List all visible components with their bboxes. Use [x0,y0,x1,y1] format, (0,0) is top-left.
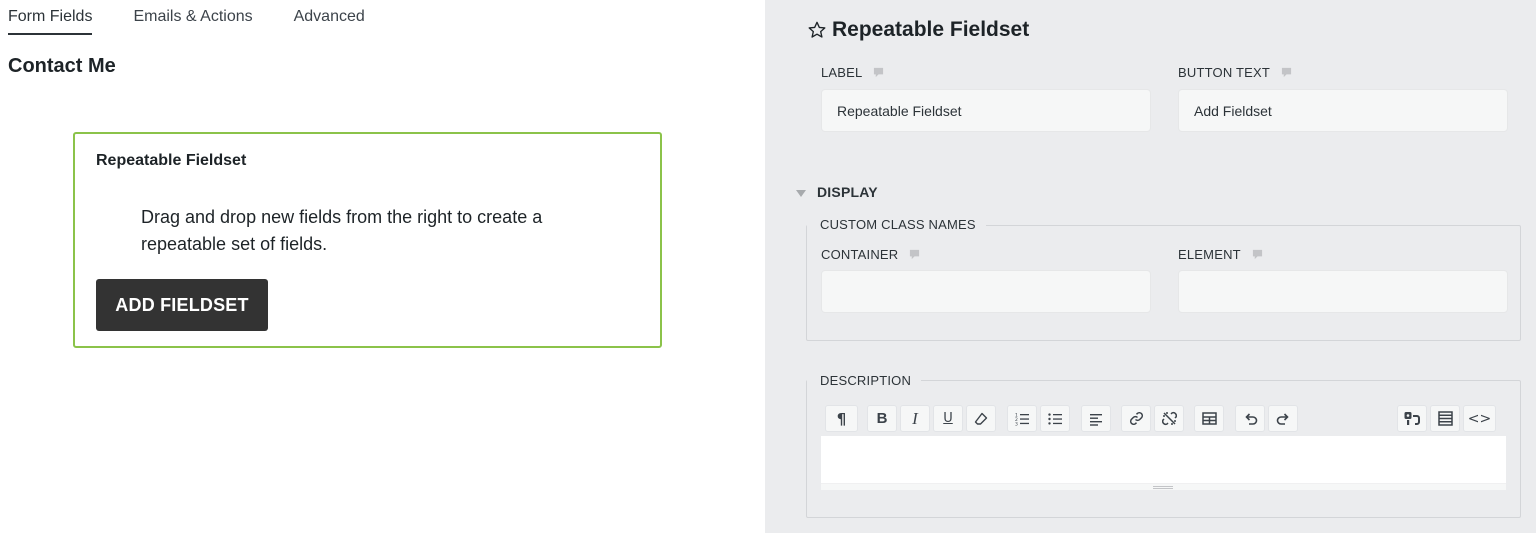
resize-handle-icon[interactable] [1153,486,1173,489]
panel-title: Repeatable Fieldset [832,18,1030,41]
form-builder-pane: Form Fields Emails & Actions Advanced Co… [0,0,765,533]
button-text-setting-text: BUTTON TEXT [1178,65,1271,80]
label-setting-text: LABEL [821,65,863,80]
container-setting-text: CONTAINER [821,247,899,262]
underline-icon[interactable]: U [933,405,963,432]
repeatable-fieldset-field[interactable]: Repeatable Fieldset Drag and drop new fi… [73,132,662,348]
description-editor[interactable] [821,436,1506,490]
element-setting-label: ELEMENT [1178,247,1263,262]
merge-tags-icon[interactable] [1397,405,1427,432]
table-icon[interactable] [1194,405,1224,432]
star-outline-icon[interactable] [807,20,827,40]
bullet-list-icon[interactable] [1040,405,1070,432]
eraser-icon[interactable] [966,405,996,432]
link-icon[interactable] [1121,405,1151,432]
form-layout-icon[interactable] [1430,405,1460,432]
tab-emails-actions[interactable]: Emails & Actions [133,6,252,35]
fieldset-description: Drag and drop new fields from the right … [141,207,543,254]
editor-statusbar [821,483,1506,490]
paragraph-icon[interactable]: ¶ [825,405,858,432]
align-left-icon[interactable] [1081,405,1111,432]
bold-icon[interactable]: B [867,405,897,432]
code-view-icon[interactable]: <> [1463,405,1496,432]
custom-class-names-legend: CUSTOM CLASS NAMES [807,217,986,232]
tab-form-fields[interactable]: Form Fields [8,6,93,35]
button-text-input[interactable]: Add Fieldset [1178,89,1508,132]
redo-icon[interactable] [1268,405,1298,432]
unlink-icon[interactable] [1154,405,1184,432]
label-setting-label: LABEL [821,65,884,80]
help-tooltip-icon[interactable] [909,249,920,260]
undo-icon[interactable] [1235,405,1265,432]
display-section-toggle[interactable]: DISPLAY [796,184,878,200]
svg-text:3: 3 [1015,421,1018,426]
fieldset-title: Repeatable Fieldset [96,152,247,169]
element-setting-text: ELEMENT [1178,247,1241,262]
panel-header: Repeatable Fieldset [807,18,1029,42]
label-input[interactable]: Repeatable Fieldset [821,89,1151,132]
element-class-input[interactable] [1178,270,1508,313]
builder-tabs: Form Fields Emails & Actions Advanced [8,6,406,35]
collapse-triangle-icon [796,189,806,197]
rich-text-toolbar: ¶ B I U 123 <> [825,405,1501,434]
tab-advanced[interactable]: Advanced [294,6,365,35]
help-tooltip-icon[interactable] [1252,249,1263,260]
button-text-setting-label: BUTTON TEXT [1178,65,1292,80]
help-tooltip-icon[interactable] [1281,67,1292,78]
form-title: Contact Me [8,55,116,77]
container-class-input[interactable] [821,270,1151,313]
italic-icon[interactable]: I [900,405,930,432]
description-legend: DESCRIPTION [807,373,922,388]
ordered-list-icon[interactable]: 123 [1007,405,1037,432]
add-fieldset-button[interactable]: ADD FIELDSET [96,279,268,331]
field-settings-panel: Repeatable Fieldset LABEL Repeatable Fie… [765,0,1536,533]
container-setting-label: CONTAINER [821,247,920,262]
display-section-label: DISPLAY [817,184,878,200]
editor-footer [821,483,1506,490]
help-tooltip-icon[interactable] [873,67,884,78]
